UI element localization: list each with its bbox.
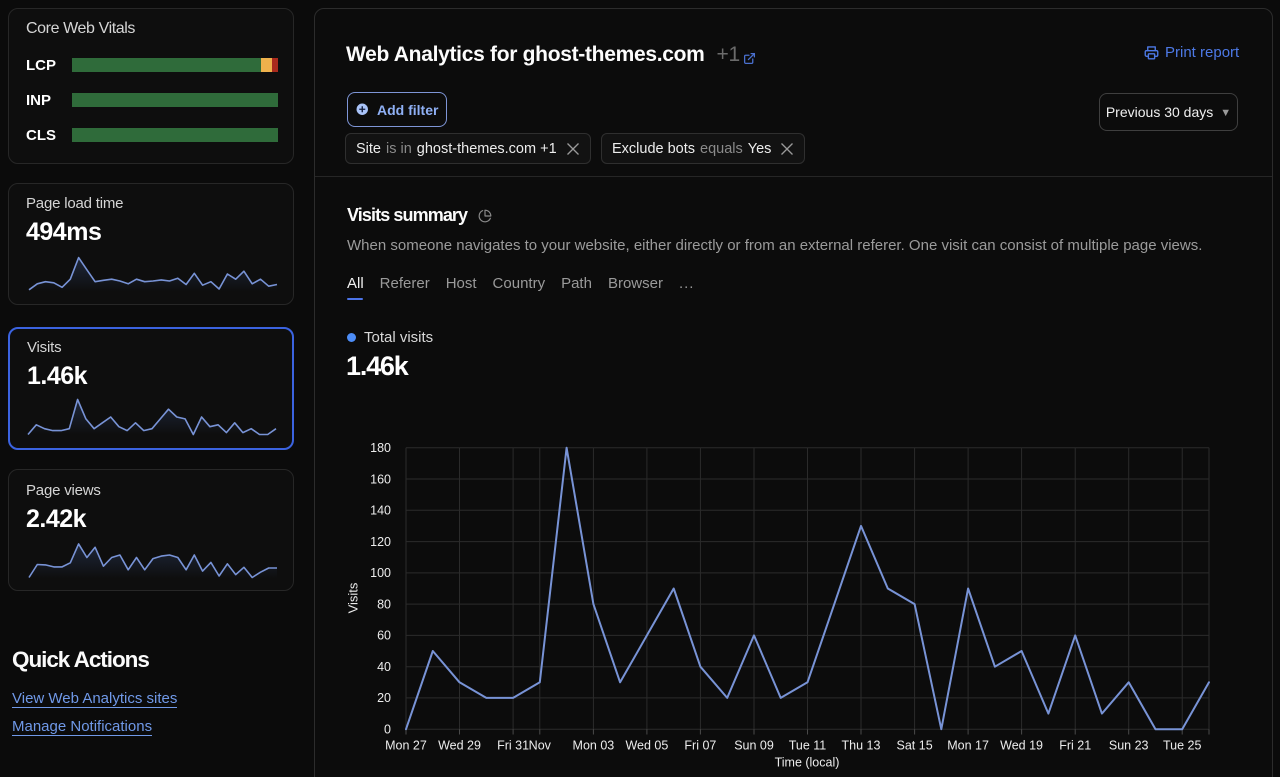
svg-text:160: 160 bbox=[370, 472, 391, 486]
svg-text:Time (local): Time (local) bbox=[775, 756, 840, 770]
svg-text:Fri 07: Fri 07 bbox=[684, 739, 716, 753]
svg-text:Visits: Visits bbox=[346, 582, 361, 613]
svg-text:180: 180 bbox=[370, 441, 391, 455]
svg-text:Sun 09: Sun 09 bbox=[734, 739, 774, 753]
svg-text:Fri 21: Fri 21 bbox=[1059, 739, 1091, 753]
svg-text:120: 120 bbox=[370, 535, 391, 549]
svg-text:140: 140 bbox=[370, 504, 391, 518]
svg-text:Tue 11: Tue 11 bbox=[789, 739, 827, 753]
svg-text:Sun 23: Sun 23 bbox=[1109, 739, 1149, 753]
svg-text:100: 100 bbox=[370, 566, 391, 580]
svg-text:Sat 15: Sat 15 bbox=[897, 739, 933, 753]
svg-text:80: 80 bbox=[377, 597, 391, 611]
svg-text:Wed 19: Wed 19 bbox=[1000, 739, 1043, 753]
svg-text:Nov: Nov bbox=[529, 739, 552, 753]
svg-text:Mon 17: Mon 17 bbox=[947, 739, 989, 753]
svg-text:Thu 13: Thu 13 bbox=[842, 739, 881, 753]
svg-text:20: 20 bbox=[377, 691, 391, 705]
svg-text:Mon 03: Mon 03 bbox=[573, 739, 615, 753]
svg-text:Wed 29: Wed 29 bbox=[438, 739, 481, 753]
svg-text:Wed 05: Wed 05 bbox=[625, 739, 668, 753]
svg-text:Tue 25: Tue 25 bbox=[1163, 739, 1202, 753]
svg-text:0: 0 bbox=[384, 723, 391, 737]
svg-text:40: 40 bbox=[377, 660, 391, 674]
svg-text:60: 60 bbox=[377, 629, 391, 643]
svg-text:Fri 31: Fri 31 bbox=[497, 739, 529, 753]
svg-text:Mon 27: Mon 27 bbox=[385, 739, 427, 753]
